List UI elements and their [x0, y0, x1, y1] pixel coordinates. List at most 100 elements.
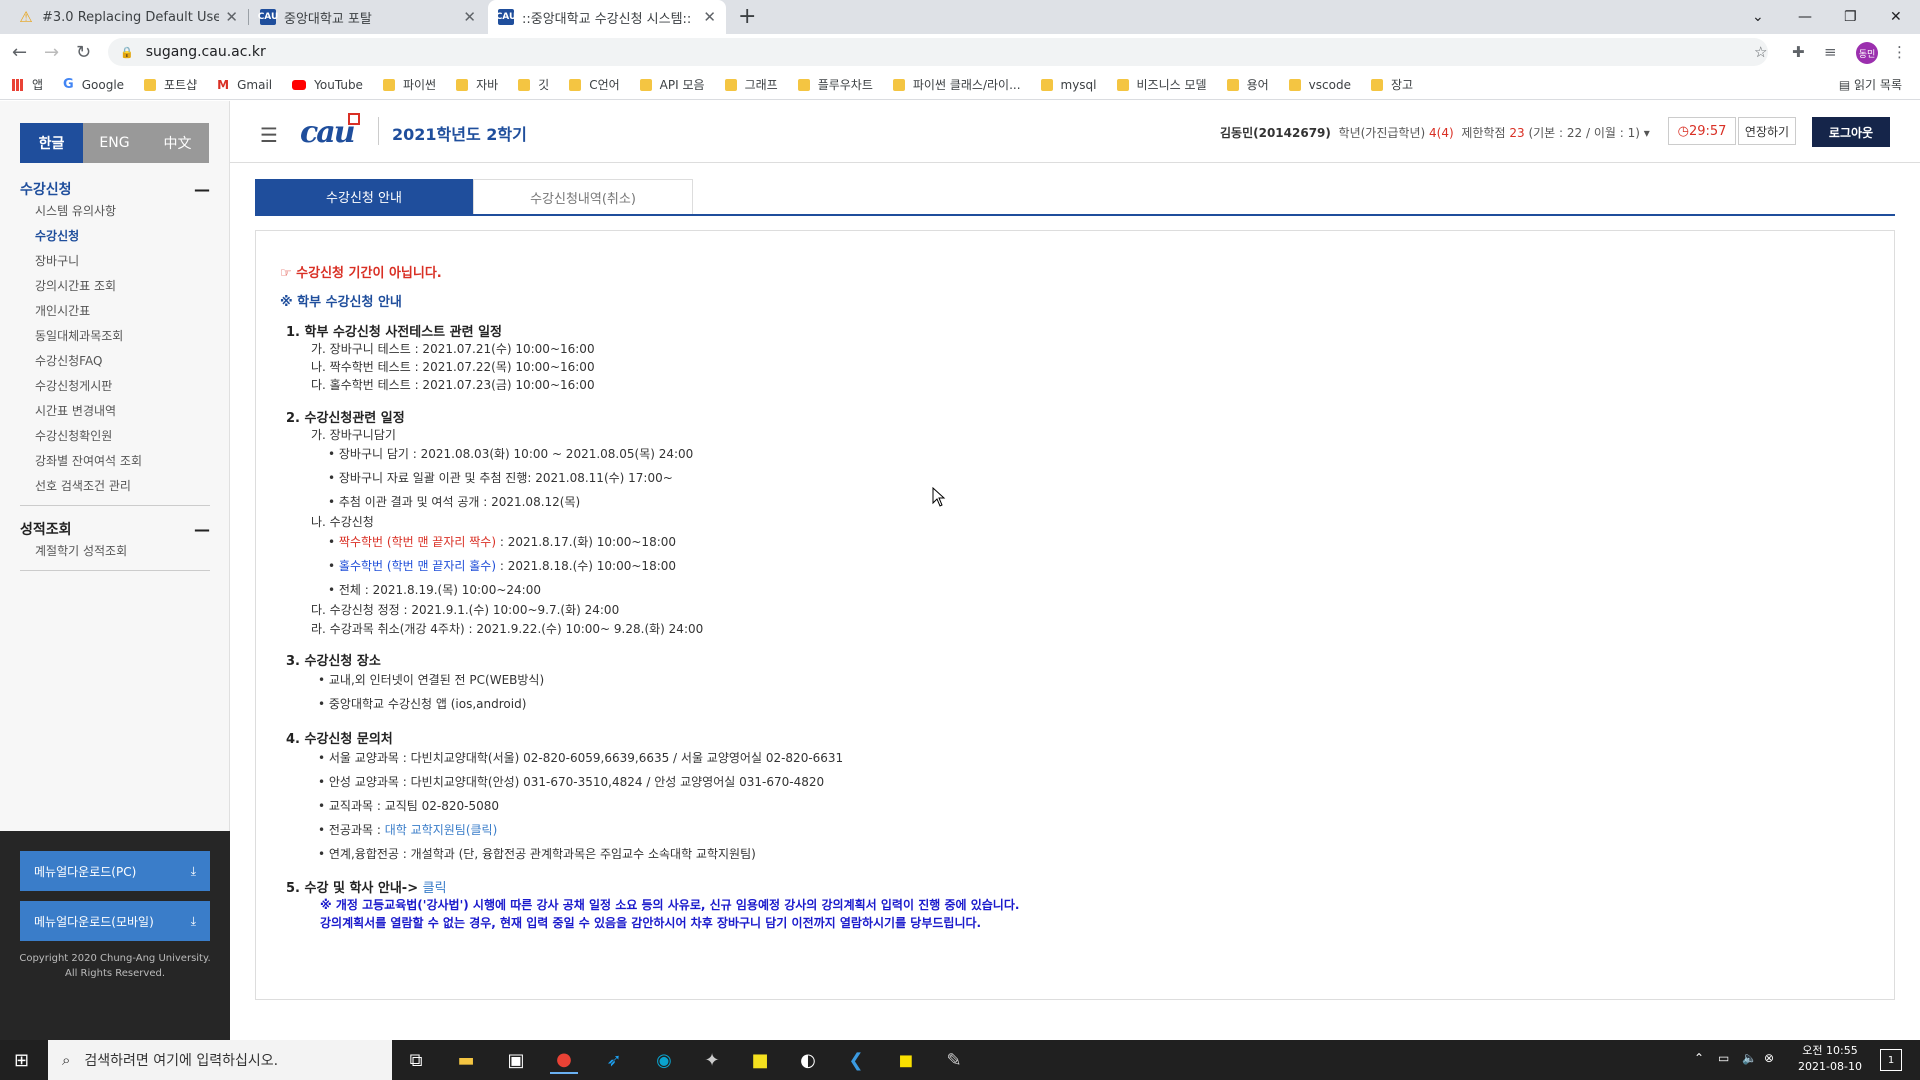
network-icon[interactable]: ▭: [1718, 1051, 1729, 1065]
back-icon[interactable]: ←: [12, 42, 27, 63]
bookmark-star-icon[interactable]: ☆: [1754, 43, 1767, 61]
paint-icon[interactable]: ✎: [940, 1046, 968, 1074]
vscode-icon[interactable]: ❮: [842, 1046, 870, 1074]
bookmark-folder[interactable]: 깃: [518, 76, 549, 93]
clock-icon: ◷: [1677, 123, 1689, 139]
cau-logo[interactable]: cau: [300, 115, 356, 150]
chevron-down-icon[interactable]: ▾: [1644, 126, 1650, 140]
new-tab-icon[interactable]: +: [738, 4, 756, 29]
bookmark-apps[interactable]: 앱: [12, 76, 43, 93]
hamburger-icon[interactable]: ☰: [260, 123, 278, 147]
status-icon[interactable]: ⊗: [1764, 1051, 1774, 1065]
sidebar-item-registration[interactable]: 수강신청: [20, 224, 210, 249]
sidebar-item-notice[interactable]: 시스템 유의사항: [20, 199, 210, 224]
edge-icon[interactable]: ◉: [650, 1046, 678, 1074]
volume-icon[interactable]: 🔈: [1742, 1051, 1757, 1065]
sidebar-item-substitute[interactable]: 동일대체과목조회: [20, 324, 210, 349]
menu-head[interactable]: 성적조회 —: [20, 519, 210, 539]
forward-icon[interactable]: →: [44, 42, 59, 63]
system-clock[interactable]: 오전 10:55 2021-08-10: [1790, 1043, 1870, 1075]
bookmark-folder[interactable]: 그래프: [724, 76, 778, 93]
schedule-line: • 장바구니 자료 일괄 이관 및 추첨 진행: 2021.08.11(수) 1…: [328, 471, 673, 485]
media-icon[interactable]: ≡: [1824, 43, 1837, 61]
tab-separator: [248, 9, 249, 25]
sidebar-item-personal-timetable[interactable]: 개인시간표: [20, 299, 210, 324]
close-icon[interactable]: ✕: [225, 8, 238, 26]
bookmark-youtube[interactable]: YouTube: [292, 78, 363, 92]
bookmark-folder[interactable]: 파이썬: [382, 76, 436, 93]
bookmark-folder[interactable]: 용어: [1226, 76, 1269, 93]
bookmark-folder[interactable]: vscode: [1288, 78, 1351, 92]
manual-download-pc-button[interactable]: 메뉴얼다운로드(PC) ⤓: [20, 851, 210, 891]
browser-tab-1[interactable]: ⚠ #3.0 Replacing Default User (11 ✕: [8, 0, 248, 34]
bookmark-folder[interactable]: 비즈니스 모델: [1116, 76, 1207, 93]
taskbar-search[interactable]: ⌕ 검색하려면 여기에 입력하십시오.: [48, 1040, 392, 1080]
store-icon[interactable]: ▣: [502, 1046, 530, 1074]
extend-session-button[interactable]: 연장하기: [1738, 117, 1796, 145]
close-icon[interactable]: ✕: [703, 8, 716, 26]
bookmark-folder[interactable]: 자바: [456, 76, 498, 93]
task-view-icon[interactable]: ⧉: [402, 1046, 430, 1074]
tab-registration-guide[interactable]: 수강신청 안내: [255, 179, 473, 214]
bookmark-folder[interactable]: 포트샵: [144, 76, 197, 93]
bookmark-folder[interactable]: 파이썬 클래스/라이...: [892, 76, 1021, 93]
bookmark-gmail[interactable]: M Gmail: [217, 78, 272, 92]
collapse-icon[interactable]: —: [194, 180, 210, 199]
windows-taskbar: ⊞ ⌕ 검색하려면 여기에 입력하십시오. ⧉ ▬ ▣ ● ➶ ◉ ✦ ■ ◐ ❮…: [0, 1040, 1920, 1080]
menu-head[interactable]: 수강신청 —: [20, 179, 210, 199]
bookmark-folder[interactable]: 장고: [1370, 76, 1413, 93]
bookmark-folder[interactable]: C언어: [569, 76, 620, 93]
logout-button[interactable]: 로그아웃: [1812, 117, 1890, 147]
windows-start-icon[interactable]: ⊞: [14, 1050, 29, 1071]
address-bar[interactable]: 🔒 sugang.cau.ac.kr: [108, 38, 1768, 66]
extensions-icon[interactable]: ✚: [1792, 43, 1805, 61]
credits-label: 제한학점: [1461, 126, 1506, 140]
section-title: 3. 수강신청 장소: [286, 654, 381, 669]
collapse-icon[interactable]: —: [194, 520, 210, 539]
restore-icon[interactable]: ❐: [1844, 0, 1857, 34]
lang-korean[interactable]: 한글: [20, 123, 83, 163]
bird-app-icon[interactable]: ➶: [600, 1046, 628, 1074]
chrome-icon[interactable]: ●: [550, 1046, 578, 1074]
office-link[interactable]: 대학 교학지원팀(클릭): [385, 823, 498, 837]
sidebar-item-seats[interactable]: 강좌별 잔여여석 조회: [20, 449, 210, 474]
lang-english[interactable]: ENG: [83, 123, 146, 163]
sidebar-item-confirm[interactable]: 수강신청확인원: [20, 424, 210, 449]
logo-mark: [348, 113, 360, 125]
sidebar-item-timetable[interactable]: 강의시간표 조회: [20, 274, 210, 299]
schedule-line: 가. 장바구니 테스트 : 2021.07.21(수) 10:00~16:00: [311, 342, 595, 356]
file-explorer-icon[interactable]: ▬: [452, 1046, 480, 1074]
browser-tab-3[interactable]: CAU ::중앙대학교 수강신청 시스템:: ✕: [488, 0, 726, 34]
notification-icon[interactable]: 1: [1880, 1049, 1902, 1071]
academic-info-link[interactable]: 클릭: [423, 881, 447, 896]
browser-tab-2[interactable]: CAU 중앙대학교 포탈 ✕: [250, 0, 486, 34]
sidebar-item-faq[interactable]: 수강신청FAQ: [20, 349, 210, 374]
sidebar-item-preferences[interactable]: 선호 검색조건 관리: [20, 474, 210, 499]
bookmark-folder[interactable]: mysql: [1040, 78, 1097, 92]
reading-list[interactable]: ▤ 읽기 목록: [1839, 76, 1902, 93]
close-icon[interactable]: ✕: [463, 8, 476, 26]
sticky-notes-icon[interactable]: ■: [746, 1046, 774, 1074]
minimize-icon[interactable]: —: [1798, 0, 1812, 34]
lang-chinese[interactable]: 中文: [146, 123, 209, 163]
tab-registration-history[interactable]: 수강신청내역(취소): [473, 179, 693, 214]
odd-id-label: 홀수학번 (학번 맨 끝자리 홀수): [338, 559, 497, 573]
kakaotalk-icon[interactable]: ◼: [892, 1046, 920, 1074]
subsection: 가. 장바구니담기: [311, 428, 396, 442]
github-icon[interactable]: ◐: [794, 1046, 822, 1074]
profile-avatar[interactable]: 동민: [1856, 42, 1878, 64]
close-window-icon[interactable]: ✕: [1890, 0, 1902, 34]
sidebar-item-seasonal-grades[interactable]: 계절학기 성적조회: [20, 539, 210, 564]
menu-icon[interactable]: ⋮: [1892, 43, 1907, 61]
reload-icon[interactable]: ↻: [76, 42, 91, 63]
bookmark-folder[interactable]: API 모음: [639, 76, 705, 93]
app-icon[interactable]: ✦: [698, 1046, 726, 1074]
sidebar-item-board[interactable]: 수강신청게시판: [20, 374, 210, 399]
bookmark-google[interactable]: G Google: [63, 77, 124, 92]
sidebar-item-changes[interactable]: 시간표 변경내역: [20, 399, 210, 424]
bookmark-folder[interactable]: 플루우차트: [797, 76, 873, 93]
manual-download-mobile-button[interactable]: 메뉴얼다운로드(모바일) ⤓: [20, 901, 210, 941]
chevron-up-icon[interactable]: ⌃: [1694, 1051, 1704, 1065]
sidebar-item-cart[interactable]: 장바구니: [20, 249, 210, 274]
tab-search-icon[interactable]: ⌄: [1752, 0, 1764, 34]
